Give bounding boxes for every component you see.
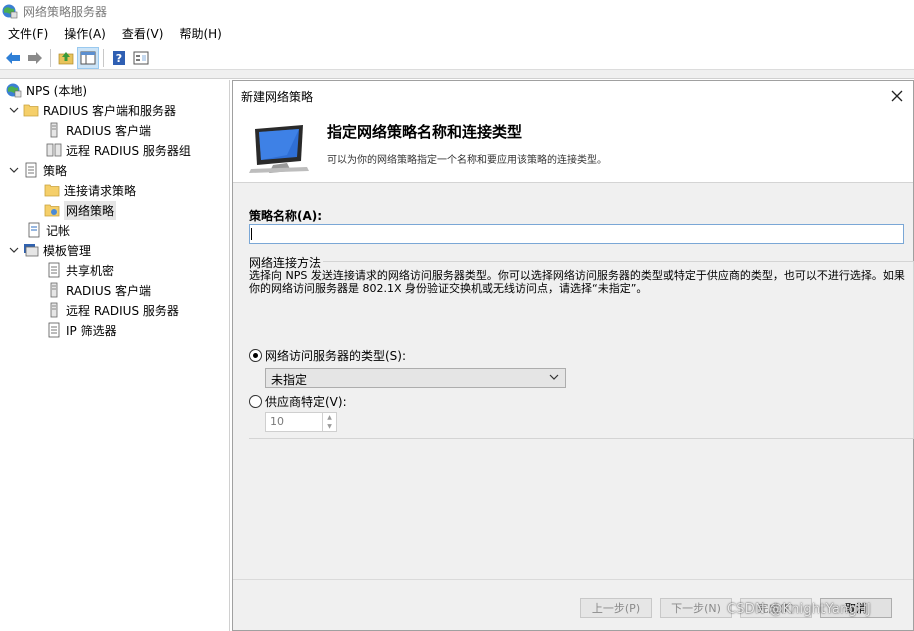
server-type-value: 未指定: [271, 373, 308, 387]
tree-item-label: 网络策略: [64, 200, 117, 220]
toolbar-separator: [103, 48, 104, 67]
chevron-down-icon: [549, 372, 559, 383]
tree-item-label: RADIUS 客户端: [66, 283, 152, 298]
accounting-icon: [26, 222, 42, 238]
tree-item-nps[interactable]: NPS (本地): [6, 80, 87, 100]
up-level-button[interactable]: [55, 47, 77, 69]
properties-icon: [133, 51, 149, 64]
radio-button-checked[interactable]: [249, 349, 262, 362]
tree-item-label: 连接请求策略: [64, 183, 137, 198]
dialog-header: 指定网络策略名称和连接类型 可以为你的网络策略指定一个名称和要应用该策略的连接类…: [233, 111, 913, 183]
tree-item-shared-secrets[interactable]: 共享机密: [46, 260, 114, 280]
menu-bar: 文件(F) 操作(A) 查看(V) 帮助(H): [0, 22, 914, 44]
policy-name-label: 策略名称(A):: [249, 209, 323, 223]
radio-vendor-label: 供应商特定(V):: [265, 395, 347, 409]
folder-up-icon: [58, 51, 74, 64]
forward-arrow-icon: [28, 51, 42, 64]
template-icon: [23, 242, 39, 258]
monitor-icon: [249, 125, 309, 173]
network-policy-folder-icon: [44, 202, 60, 218]
toolbar-separator: [50, 48, 51, 67]
previous-button[interactable]: 上一步(P): [580, 598, 652, 618]
chevron-down-icon[interactable]: [8, 244, 20, 256]
back-button[interactable]: [2, 47, 24, 69]
tree-item-policies[interactable]: 策略: [8, 160, 67, 180]
next-button[interactable]: 下一步(N): [660, 598, 732, 618]
tree-item-accounting[interactable]: 记帐: [26, 220, 70, 240]
close-button[interactable]: [887, 86, 907, 106]
watermark: CSDN @KnightYangHJ: [727, 602, 871, 617]
vendor-spinbox: 10 ▲ ▼: [265, 412, 337, 432]
new-network-policy-dialog: 新建网络策略 指定网络策略名称和连接类型 可以为你的网络策略指定一个名称和要应用…: [232, 80, 914, 631]
server-type-select[interactable]: 未指定: [265, 368, 566, 388]
back-arrow-icon: [6, 51, 20, 64]
forward-button[interactable]: [24, 47, 46, 69]
vendor-value: 10: [270, 415, 284, 428]
radio-server-type[interactable]: 网络访问服务器的类型(S):: [249, 347, 406, 364]
tree-item-label: IP 筛选器: [66, 323, 117, 338]
tree-item-label: RADIUS 客户端和服务器: [43, 103, 177, 118]
svg-text:?: ?: [116, 52, 122, 65]
tree-item-radius-clients-servers[interactable]: RADIUS 客户端和服务器: [8, 100, 176, 120]
spinner-arrows-icon: ▲ ▼: [322, 413, 336, 431]
tree-item-connection-request-policies[interactable]: 连接请求策略: [44, 180, 136, 200]
close-icon: [891, 90, 903, 102]
menu-view[interactable]: 查看(V): [114, 25, 172, 42]
tree-item-label: 远程 RADIUS 服务器: [66, 303, 179, 318]
policy-name-input[interactable]: [249, 224, 904, 244]
tree-item-label: 策略: [43, 163, 68, 178]
menu-help[interactable]: 帮助(H): [171, 25, 229, 42]
server-icon: [46, 282, 62, 298]
tree-item-template-management[interactable]: 模板管理: [8, 240, 91, 260]
dialog-header-title: 指定网络策略名称和连接类型: [327, 123, 523, 141]
document-icon: [46, 322, 62, 338]
window-title: 网络策略服务器: [23, 4, 108, 19]
footer-divider: [233, 579, 913, 580]
server-icon: [46, 302, 62, 318]
nps-globe-icon: [6, 82, 22, 98]
console-tree: NPS (本地) RADIUS 客户端和服务器 RADIUS 客户端 远程 RA…: [0, 80, 230, 631]
properties-button[interactable]: [130, 47, 152, 69]
chevron-down-icon[interactable]: [8, 104, 20, 116]
show-console-tree-button[interactable]: [77, 46, 99, 69]
text-caret: [251, 228, 252, 240]
help-button[interactable]: ?: [108, 47, 130, 69]
radio-vendor-specific[interactable]: 供应商特定(V):: [249, 393, 347, 410]
document-icon: [46, 262, 62, 278]
dialog-title: 新建网络策略: [241, 89, 314, 104]
menu-action[interactable]: 操作(A): [56, 25, 114, 42]
window-titlebar: 网络策略服务器: [0, 0, 914, 22]
help-icon: ?: [113, 50, 125, 65]
nps-globe-icon: [2, 4, 18, 19]
tree-item-label: 记帐: [46, 223, 71, 238]
tree-item-label: 共享机密: [66, 263, 115, 278]
tree-item-label: NPS (本地): [26, 83, 88, 98]
chevron-down-icon[interactable]: [8, 164, 20, 176]
console-tree-icon: [80, 51, 96, 64]
server-icon: [46, 122, 62, 138]
radio-server-type-label: 网络访问服务器的类型(S):: [265, 349, 407, 363]
tree-item-remote-radius-groups[interactable]: 远程 RADIUS 服务器组: [46, 140, 191, 160]
connection-method-description: 选择向 NPS 发送连接请求的网络访问服务器类型。你可以选择网络访问服务器的类型…: [249, 269, 905, 295]
tree-item-radius-clients[interactable]: RADIUS 客户端: [46, 120, 151, 140]
dialog-header-description: 可以为你的网络策略指定一个名称和要应用该策略的连接类型。: [327, 155, 607, 166]
radio-button-unchecked[interactable]: [249, 395, 262, 408]
toolbar: ?: [0, 46, 914, 70]
tree-item-ip-filters[interactable]: IP 筛选器: [46, 320, 117, 340]
tree-item-label: 模板管理: [43, 243, 92, 258]
tree-item-label: RADIUS 客户端: [66, 123, 152, 138]
policy-document-icon: [23, 162, 39, 178]
menu-file[interactable]: 文件(F): [0, 25, 56, 42]
tree-item-template-radius-clients[interactable]: RADIUS 客户端: [46, 280, 151, 300]
server-group-icon: [46, 142, 62, 158]
folder-icon: [23, 102, 39, 118]
tree-item-template-remote-radius-servers[interactable]: 远程 RADIUS 服务器: [46, 300, 179, 320]
tree-item-network-policies[interactable]: 网络策略: [44, 200, 117, 220]
folder-icon: [44, 182, 60, 198]
tree-item-label: 远程 RADIUS 服务器组: [66, 143, 191, 158]
dialog-titlebar: 新建网络策略: [233, 81, 913, 111]
toolbar-strip: [0, 70, 914, 79]
